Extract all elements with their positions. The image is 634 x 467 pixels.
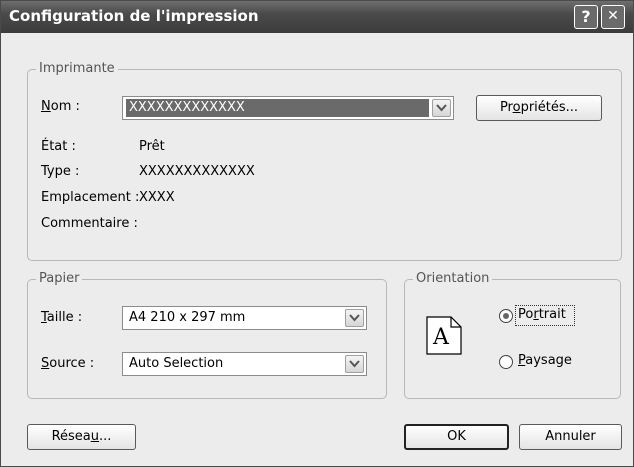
page-icon-letter: A [433, 325, 449, 350]
page-portrait-icon: A [424, 314, 464, 360]
help-button[interactable]: ? [574, 5, 598, 29]
printer-name-select[interactable]: XXXXXXXXXXXXX [122, 96, 454, 120]
landscape-radio-label[interactable]: Paysage [518, 353, 572, 368]
paper-source-value: Auto Selection [129, 356, 224, 371]
location-label: Emplacement : [41, 190, 140, 205]
title-bar[interactable]: Configuration de l'impression ? ✕ [1, 1, 633, 33]
printer-name-dropdown-button[interactable] [432, 99, 451, 117]
type-value: XXXXXXXXXXXXX [139, 164, 255, 179]
printer-group-legend: Imprimante [36, 61, 118, 76]
printer-name-value: XXXXXXXXXXXXX [126, 99, 429, 117]
portrait-radio-label[interactable]: Portrait [518, 307, 566, 322]
paper-source-select[interactable]: Auto Selection [122, 352, 367, 376]
type-label: Type : [41, 164, 80, 179]
close-button[interactable]: ✕ [601, 5, 625, 29]
print-setup-dialog: Configuration de l'impression ? ✕ Imprim… [0, 0, 634, 467]
network-button[interactable]: Réseau... [27, 424, 136, 450]
state-value: Prêt [139, 139, 165, 154]
chevron-down-icon [436, 104, 447, 112]
paper-source-dropdown-button[interactable] [345, 355, 364, 373]
paper-group: Papier [27, 271, 387, 399]
chevron-down-icon [349, 360, 360, 368]
paper-group-legend: Papier [36, 271, 83, 286]
properties-button[interactable]: Propriétés... [476, 95, 602, 121]
landscape-radio[interactable] [499, 355, 513, 369]
paper-size-dropdown-button[interactable] [345, 309, 364, 327]
portrait-radio[interactable] [499, 309, 513, 323]
paper-source-label: Source : [41, 356, 95, 371]
comment-label: Commentaire : [41, 216, 138, 231]
printer-name-label: Nom : [41, 99, 80, 114]
window-title: Configuration de l'impression [9, 7, 259, 25]
paper-size-label: Taille : [41, 310, 83, 325]
state-label: État : [41, 139, 76, 154]
close-icon: ✕ [607, 8, 619, 24]
location-value: XXXX [139, 190, 175, 205]
portrait-radio-dot [503, 313, 509, 319]
orientation-group-legend: Orientation [413, 271, 493, 286]
paper-size-value: A4 210 x 297 mm [129, 310, 246, 325]
chevron-down-icon [349, 314, 360, 322]
cancel-button[interactable]: Annuler [519, 424, 622, 450]
paper-size-select[interactable]: A4 210 x 297 mm [122, 306, 367, 330]
ok-button[interactable]: OK [404, 424, 509, 450]
